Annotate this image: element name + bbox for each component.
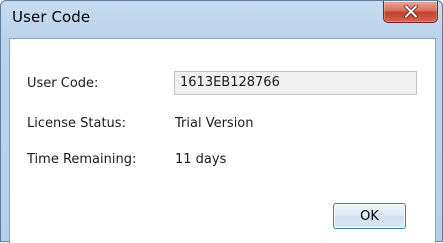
user-code-label: User Code: <box>27 76 99 91</box>
ok-button[interactable]: OK <box>333 203 406 229</box>
license-status-value: Trial Version <box>175 116 254 131</box>
license-status-label: License Status: <box>27 116 126 131</box>
title-bar[interactable]: User Code <box>1 1 442 38</box>
time-remaining-value: 11 days <box>175 152 227 167</box>
user-code-field[interactable]: 1613EB128766 <box>174 71 417 95</box>
window-title: User Code <box>12 8 91 26</box>
close-button[interactable] <box>383 1 438 23</box>
time-remaining-label: Time Remaining: <box>27 152 137 167</box>
close-icon <box>404 5 418 18</box>
dialog-window: User Code User Code: 1613EB128766 Licens… <box>0 0 443 243</box>
dialog-body: User Code: 1613EB128766 License Status: … <box>9 38 436 243</box>
